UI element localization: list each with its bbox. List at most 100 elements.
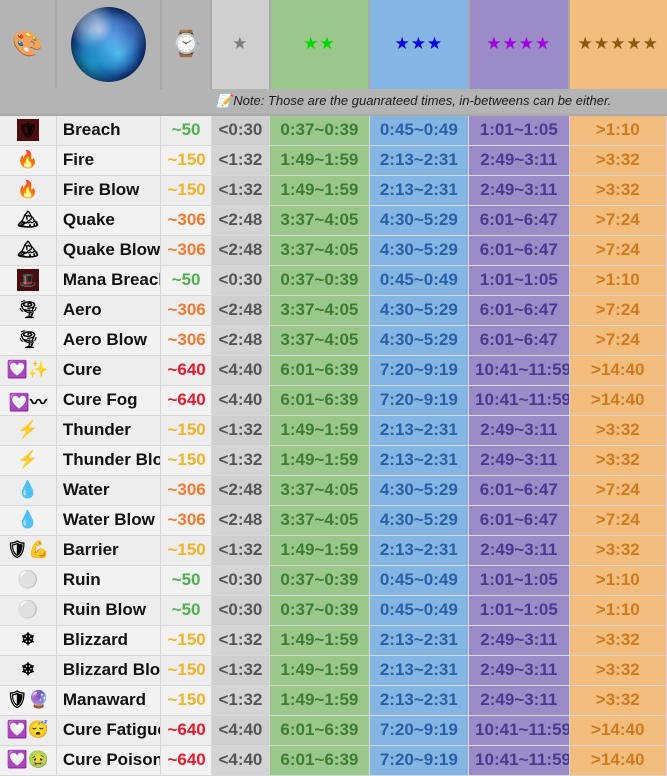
tier-1-time: <1:32: [211, 415, 271, 446]
tier-5-time: >1:10: [569, 595, 667, 626]
spell-icon: ⚪: [17, 600, 39, 619]
tier-1-time: <4:40: [211, 715, 271, 746]
tier-4-time: 2:49~3:11: [468, 445, 570, 476]
tier-5-time: >14:40: [569, 745, 667, 776]
spell-name: Aero Blow: [56, 325, 162, 356]
spell-value: ~50: [160, 565, 212, 596]
tier-2-time: 1:49~1:59: [269, 175, 370, 206]
tier-4-time: 1:01~1:05: [468, 565, 570, 596]
tier-2-time: 1:49~1:59: [269, 655, 370, 686]
note-text: Note: Those are the guanrateed times, in…: [233, 93, 612, 108]
tier-4-time: 2:49~3:11: [468, 655, 570, 686]
spell-icon: ⚡: [17, 420, 39, 439]
tier-3-time: 4:30~5:29: [369, 235, 470, 266]
spell-icon: 🌪: [17, 300, 39, 319]
tier-2-header: ★★: [269, 0, 371, 89]
row-icon-cell: 💟😴: [0, 715, 57, 746]
tier-1-time: <1:32: [211, 625, 271, 656]
table-row: ⚪ Ruin Blow ~50 <0:30 0:37~0:39 0:45~0:49 1:01…: [0, 595, 667, 626]
tier-5-time: >7:24: [569, 235, 667, 266]
tier-4-time: 6:01~6:47: [468, 205, 570, 236]
tier-3-time: 7:20~9:19: [369, 745, 470, 776]
tier-3-time: 4:30~5:29: [369, 475, 470, 506]
tier-2-time: 0:37~0:39: [269, 565, 370, 596]
spell-icon: ❄: [20, 660, 36, 679]
tier-3-time: 2:13~2:31: [369, 415, 470, 446]
tier-3-time: 0:45~0:49: [369, 265, 470, 296]
spell-icon: 🏔: [17, 210, 39, 229]
row-icon-cell: 🌪: [0, 295, 57, 326]
tier-2-time: 6:01~6:39: [269, 715, 370, 746]
tier-3-time: 2:13~2:31: [369, 175, 470, 206]
row-icon-cell: 🎩: [0, 265, 57, 296]
tier-5-time: >7:24: [569, 295, 667, 326]
tier-1-time: <4:40: [211, 745, 271, 776]
spell-value: ~150: [160, 415, 212, 446]
tier-1-time: <2:48: [211, 505, 271, 536]
tier-2-time: 6:01~6:39: [269, 385, 370, 416]
spell-name: Barrier: [56, 535, 162, 566]
tier-4-time: 2:49~3:11: [468, 535, 570, 566]
spell-icon: 💧: [17, 510, 39, 529]
watch-icon: ⌚: [170, 30, 202, 58]
tier-5-header: ★★★★★: [569, 0, 667, 89]
tier-1-header: ★: [211, 0, 271, 89]
note-spacer: [0, 89, 161, 116]
tier-3-time: 7:20~9:19: [369, 715, 470, 746]
spell-name: Cure Fog: [56, 385, 162, 416]
tier-5-time: >14:40: [569, 355, 667, 386]
tier-1-time: <1:32: [211, 145, 271, 176]
spell-icon: ❄: [20, 630, 36, 649]
table-header: 🎨 ⌚ ★ ★★ ★★★ ★★★★ ★★★★★ 📝Note: Those are…: [0, 0, 667, 116]
spell-name: Blizzard Blow: [56, 655, 162, 686]
tier-5-time: >1:10: [569, 265, 667, 296]
table-row: 🏔 Quake Blow ~306 <2:48 3:37~4:05 4:30~5:29 6:…: [0, 235, 667, 266]
table-row: 🏔 Quake ~306 <2:48 3:37~4:05 4:30~5:29 6:01~6:…: [0, 205, 667, 236]
table-row: ❄ Blizzard ~150 <1:32 1:49~1:59 2:13~2:31 2:49…: [0, 625, 667, 656]
spell-name: Cure Fatigue: [56, 715, 162, 746]
tier-5-time: >7:24: [569, 505, 667, 536]
table-body: 🛡 Breach ~50 <0:30 0:37~0:39 0:45~0:49 1:01~1:…: [0, 115, 667, 776]
tier-4-time: 2:49~3:11: [468, 175, 570, 206]
spell-icon: 💟〰: [8, 392, 48, 412]
tier-1-time: <2:48: [211, 235, 271, 266]
spell-icon: 🔥: [17, 150, 39, 169]
tier-1-time: <1:32: [211, 175, 271, 206]
row-icon-cell: ⚡: [0, 445, 57, 476]
row-icon-cell: 🛡💪: [0, 535, 57, 566]
spell-value: ~306: [160, 235, 212, 266]
tier-3-time: 2:13~2:31: [369, 685, 470, 716]
tier-2-time: 1:49~1:59: [269, 685, 370, 716]
tier-3-time: 4:30~5:29: [369, 505, 470, 536]
spell-value: ~150: [160, 175, 212, 206]
tier-4-time: 1:01~1:05: [468, 115, 570, 146]
tier-5-time: >3:32: [569, 175, 667, 206]
tier-2-time: 1:49~1:59: [269, 145, 370, 176]
tier-4-time: 2:49~3:11: [468, 685, 570, 716]
tier-1-time: <1:32: [211, 685, 271, 716]
row-icon-cell: 💧: [0, 505, 57, 536]
tier-1-time: <1:32: [211, 445, 271, 476]
spell-name: Fire Blow: [56, 175, 162, 206]
tier-1-time: <4:40: [211, 385, 271, 416]
spell-value: ~306: [160, 505, 212, 536]
tier-4-time: 1:01~1:05: [468, 265, 570, 296]
tier-5-time: >3:32: [569, 625, 667, 656]
tier-3-time: 2:13~2:31: [369, 655, 470, 686]
row-icon-cell: ❄: [0, 655, 57, 686]
spell-value: ~150: [160, 535, 212, 566]
table-row: 🛡🔮 Manaward ~150 <1:32 1:49~1:59 2:13~2:31 2:4…: [0, 685, 667, 716]
row-icon-cell: ⚡: [0, 415, 57, 446]
row-icon-cell: 🏔: [0, 235, 57, 266]
tier-4-time: 6:01~6:47: [468, 325, 570, 356]
table-row: 🎩 Mana Breach ~50 <0:30 0:37~0:39 0:45~0:49 1:…: [0, 265, 667, 296]
tier-4-time: 10:41~11:59: [468, 385, 570, 416]
note-row: 📝Note: Those are the guanrateed times, i…: [0, 89, 667, 116]
tier-2-time: 1:49~1:59: [269, 535, 370, 566]
spell-value: ~306: [160, 295, 212, 326]
watch-icon-cell: ⌚: [160, 0, 213, 89]
tier-4-time: 2:49~3:11: [468, 625, 570, 656]
tier-1-time: <2:48: [211, 295, 271, 326]
tier-5-time: >3:32: [569, 445, 667, 476]
spell-icon: 🛡🔮: [6, 690, 50, 709]
